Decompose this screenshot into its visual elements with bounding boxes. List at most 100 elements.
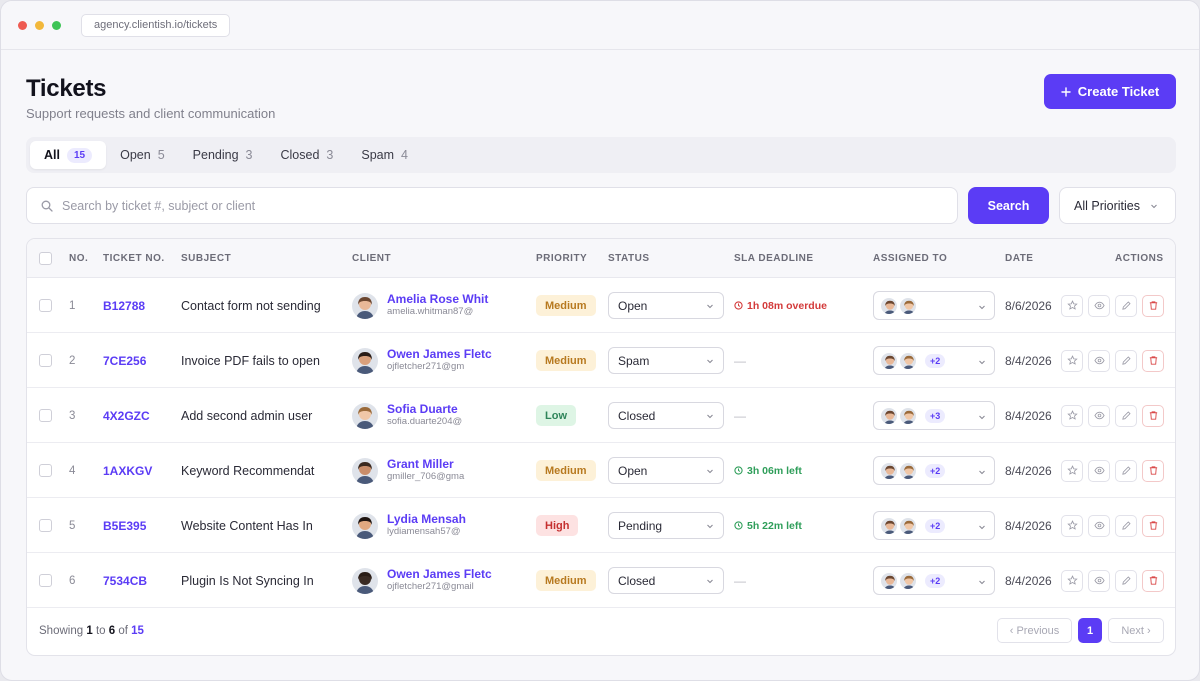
delete-button[interactable] bbox=[1142, 459, 1164, 482]
ticket-subject[interactable]: Add second admin user bbox=[181, 388, 341, 443]
assignee-select[interactable]: +3 bbox=[873, 401, 995, 430]
ticket-number-link[interactable]: 7534CB bbox=[103, 553, 147, 608]
eye-icon bbox=[1093, 356, 1105, 365]
ticket-subject[interactable]: Keyword Recommendat bbox=[181, 443, 341, 498]
client-cell[interactable]: Owen James Fletc ojfletcher271@gmail bbox=[352, 553, 492, 608]
delete-button[interactable] bbox=[1142, 349, 1164, 372]
status-select[interactable]: Closed bbox=[608, 567, 724, 594]
assignee-select[interactable]: +2 bbox=[873, 511, 995, 540]
table-row[interactable]: 4 1AXKGV Keyword Recommendat Grant Mille… bbox=[27, 443, 1175, 498]
client-cell[interactable]: Sofia Duarte sofia.duarte204@ bbox=[352, 388, 462, 443]
maximize-window-dot[interactable] bbox=[52, 20, 61, 30]
ticket-subject[interactable]: Plugin Is Not Syncing In bbox=[181, 553, 341, 608]
col-client: CLIENT bbox=[352, 253, 392, 264]
star-button[interactable] bbox=[1061, 404, 1083, 427]
sla-cell: 1h 08m overdue bbox=[734, 278, 827, 333]
view-button[interactable] bbox=[1088, 404, 1110, 427]
delete-button[interactable] bbox=[1142, 294, 1164, 317]
view-button[interactable] bbox=[1088, 459, 1110, 482]
delete-button[interactable] bbox=[1142, 569, 1164, 592]
table-row[interactable]: 6 7534CB Plugin Is Not Syncing In Owen J… bbox=[27, 553, 1175, 608]
star-button[interactable] bbox=[1061, 349, 1083, 372]
row-checkbox[interactable] bbox=[39, 574, 52, 587]
tab-spam[interactable]: Spam 4 bbox=[347, 141, 422, 169]
assignee-chevron bbox=[978, 520, 986, 534]
status-cell: Pending bbox=[608, 498, 724, 553]
assignee-select[interactable]: +2 bbox=[873, 346, 995, 375]
table-row[interactable]: 1 B12788 Contact form not sending Amelia… bbox=[27, 278, 1175, 333]
star-button[interactable] bbox=[1061, 294, 1083, 317]
star-button[interactable] bbox=[1061, 514, 1083, 537]
ticket-subject[interactable]: Contact form not sending bbox=[181, 278, 341, 333]
status-select[interactable]: Open bbox=[608, 292, 724, 319]
edit-button[interactable] bbox=[1115, 459, 1137, 482]
row-checkbox[interactable] bbox=[39, 519, 52, 532]
showing-to: 6 bbox=[108, 625, 116, 637]
table-row[interactable]: 2 7CE256 Invoice PDF fails to open Owen … bbox=[27, 333, 1175, 388]
row-checkbox[interactable] bbox=[39, 354, 52, 367]
tab-closed[interactable]: Closed 3 bbox=[266, 141, 347, 169]
status-select[interactable]: Closed bbox=[608, 402, 724, 429]
edit-button[interactable] bbox=[1115, 514, 1137, 537]
trash-icon bbox=[1149, 411, 1157, 420]
client-cell[interactable]: Lydia Mensah lydiamensah57@ bbox=[352, 498, 466, 553]
status-select[interactable]: Pending bbox=[608, 512, 724, 539]
ticket-number-link[interactable]: B12788 bbox=[103, 278, 145, 333]
row-number: 6 bbox=[69, 574, 76, 587]
client-cell[interactable]: Owen James Fletc ojfletcher271@gm bbox=[352, 333, 492, 388]
sla-cell: 5h 22m left bbox=[734, 498, 802, 553]
delete-button[interactable] bbox=[1142, 404, 1164, 427]
assignee-chevron bbox=[978, 300, 986, 314]
star-button[interactable] bbox=[1061, 569, 1083, 592]
row-checkbox[interactable] bbox=[39, 409, 52, 422]
select-all-checkbox[interactable] bbox=[39, 252, 52, 265]
status-select[interactable]: Spam bbox=[608, 347, 724, 374]
previous-page-button[interactable]: ‹ Previous bbox=[997, 618, 1072, 643]
ticket-number-link[interactable]: B5E395 bbox=[103, 498, 146, 553]
status-select[interactable]: Open bbox=[608, 457, 724, 484]
tab-pending[interactable]: Pending 3 bbox=[179, 141, 267, 169]
next-page-button[interactable]: Next › bbox=[1108, 618, 1164, 643]
priority-filter-select[interactable]: All Priorities bbox=[1059, 187, 1176, 224]
view-button[interactable] bbox=[1088, 294, 1110, 317]
client-cell[interactable]: Grant Miller gmiller_706@gma bbox=[352, 443, 464, 498]
clock-icon bbox=[734, 466, 743, 475]
row-checkbox[interactable] bbox=[39, 464, 52, 477]
edit-button[interactable] bbox=[1115, 404, 1137, 427]
minimize-window-dot[interactable] bbox=[35, 20, 44, 30]
edit-button[interactable] bbox=[1115, 349, 1137, 372]
assignee-avatar bbox=[899, 516, 917, 535]
ticket-subject[interactable]: Website Content Has In bbox=[181, 498, 341, 553]
edit-button[interactable] bbox=[1115, 569, 1137, 592]
row-checkbox[interactable] bbox=[39, 299, 52, 312]
assignee-select[interactable] bbox=[873, 291, 995, 320]
view-button[interactable] bbox=[1088, 349, 1110, 372]
assigned-cell: +2 bbox=[873, 333, 995, 388]
edit-button[interactable] bbox=[1115, 294, 1137, 317]
create-ticket-button[interactable]: Create Ticket bbox=[1044, 74, 1176, 109]
assignee-select[interactable]: +2 bbox=[873, 566, 995, 595]
table-row[interactable]: 5 B5E395 Website Content Has In Lydia Me… bbox=[27, 498, 1175, 553]
assignee-select[interactable]: +2 bbox=[873, 456, 995, 485]
search-button[interactable]: Search bbox=[968, 187, 1049, 224]
star-button[interactable] bbox=[1061, 459, 1083, 482]
clock-icon bbox=[734, 301, 743, 310]
tab-all[interactable]: All 15 bbox=[30, 141, 107, 169]
page-1-button[interactable]: 1 bbox=[1078, 618, 1102, 643]
edit-icon bbox=[1121, 301, 1131, 310]
view-button[interactable] bbox=[1088, 514, 1110, 537]
table-row[interactable]: 3 4X2GZC Add second admin user Sofia Dua… bbox=[27, 388, 1175, 443]
tab-open[interactable]: Open 5 bbox=[106, 141, 179, 169]
ticket-number-link[interactable]: 1AXKGV bbox=[103, 443, 152, 498]
delete-button[interactable] bbox=[1142, 514, 1164, 537]
client-cell[interactable]: Amelia Rose Whit amelia.whitman87@ bbox=[352, 278, 488, 333]
star-icon bbox=[1066, 575, 1078, 585]
status-value: Closed bbox=[618, 573, 656, 588]
ticket-number-link[interactable]: 4X2GZC bbox=[103, 388, 150, 443]
ticket-subject[interactable]: Invoice PDF fails to open bbox=[181, 333, 341, 388]
search-input[interactable] bbox=[62, 198, 922, 213]
address-bar[interactable]: agency.clientish.io/tickets bbox=[81, 13, 231, 37]
close-window-dot[interactable] bbox=[18, 20, 27, 30]
ticket-number-link[interactable]: 7CE256 bbox=[103, 333, 146, 388]
view-button[interactable] bbox=[1088, 569, 1110, 592]
